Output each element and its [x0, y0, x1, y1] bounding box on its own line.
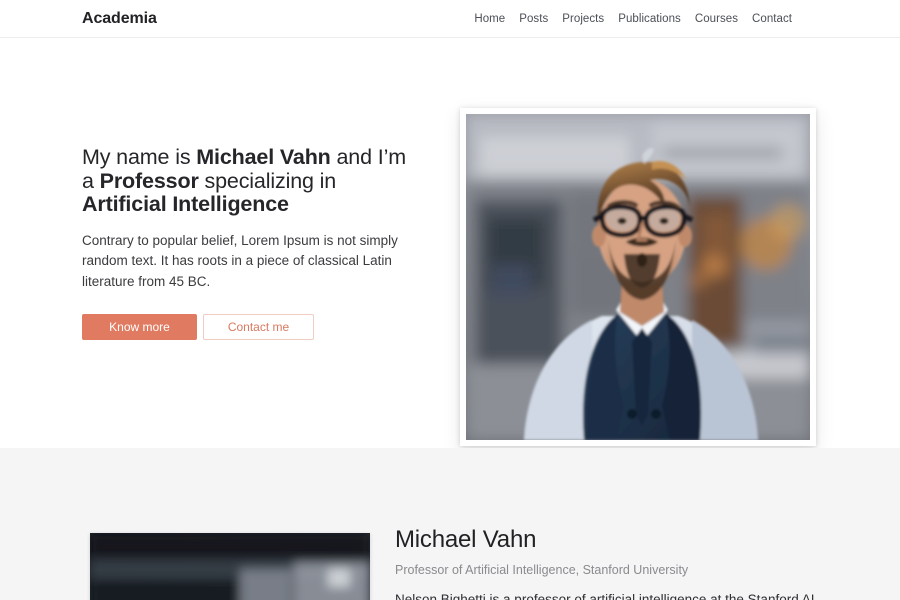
site-logo[interactable]: Academia — [82, 10, 157, 28]
contact-me-button[interactable]: Contact me — [203, 314, 314, 340]
bio-portrait-illustration — [90, 533, 370, 600]
hero-section: My name is Michael Vahn and I’m a Profes… — [0, 38, 900, 448]
hero-photo-frame — [460, 108, 816, 446]
hero-text-block: My name is Michael Vahn and I’m a Profes… — [82, 145, 412, 340]
nav-item-courses[interactable]: Courses — [695, 13, 738, 25]
bio-section: Michael Vahn Professor of Artificial Int… — [0, 448, 900, 600]
bio-portrait-photo — [90, 533, 370, 600]
hero-description: Contrary to popular belief, Lorem Ipsum … — [82, 232, 398, 289]
main-navigation: Home Posts Projects Publications Courses… — [474, 13, 792, 25]
bio-role: Professor of Artificial Intelligence, St… — [395, 563, 689, 577]
nav-item-posts[interactable]: Posts — [519, 13, 548, 25]
nav-item-home[interactable]: Home — [474, 13, 505, 25]
hero-portrait-photo — [466, 114, 810, 440]
bio-paragraph: Nelson Bighetti is a professor of artifi… — [395, 592, 815, 600]
hero-portrait-illustration — [466, 114, 810, 440]
hero-headline: My name is Michael Vahn and I’m a Profes… — [82, 145, 406, 216]
nav-item-contact[interactable]: Contact — [752, 13, 792, 25]
nav-item-publications[interactable]: Publications — [618, 13, 681, 25]
hero-action-buttons: Know more Contact me — [82, 314, 412, 340]
know-more-button[interactable]: Know more — [82, 314, 197, 340]
bio-text-block: Michael Vahn Professor of Artificial Int… — [395, 526, 865, 600]
bio-name: Michael Vahn — [395, 526, 537, 553]
nav-item-projects[interactable]: Projects — [562, 13, 604, 25]
site-header: Academia Home Posts Projects Publication… — [0, 0, 900, 38]
